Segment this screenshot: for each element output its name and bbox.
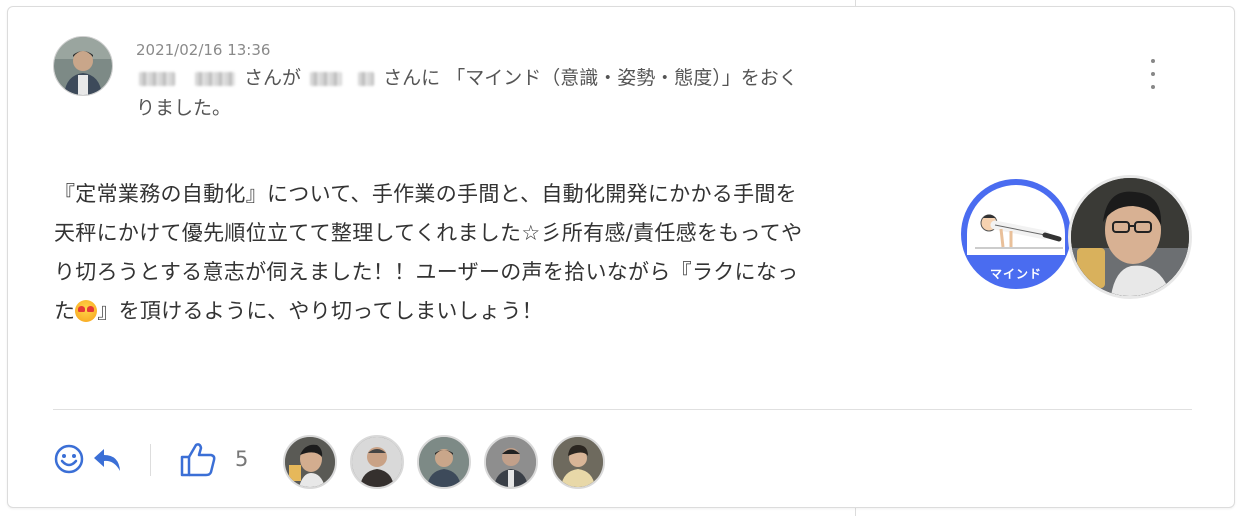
receiver-name-redacted[interactable] <box>310 71 343 86</box>
liker-avatar[interactable] <box>484 435 538 489</box>
thumbs-up-icon[interactable] <box>179 441 217 481</box>
action-separator <box>150 444 151 476</box>
thanks-post-card: 2021/02/16 13:36 さんが さんに 「マインド（意識・姿勢・態度）… <box>7 6 1235 508</box>
mind-value-badge[interactable]: マインド <box>961 179 1071 289</box>
receiver-name-redacted-2[interactable] <box>358 71 375 86</box>
sender-name-redacted[interactable] <box>139 71 175 86</box>
post-timestamp: 2021/02/16 13:36 <box>136 41 271 59</box>
liker-avatar[interactable] <box>350 435 404 489</box>
receiver-avatar[interactable] <box>1068 175 1192 299</box>
more-options-button[interactable] <box>1148 59 1158 89</box>
like-count[interactable]: 5 <box>235 447 248 471</box>
badge-label: マインド <box>989 267 1042 281</box>
pushup-person-icon <box>975 214 1063 249</box>
liker-avatar[interactable] <box>551 435 605 489</box>
liker-avatar[interactable] <box>417 435 471 489</box>
action-text-cont: りました。 <box>136 97 232 119</box>
sender-avatar[interactable] <box>53 36 113 96</box>
message-text-end: 』を頂けるように、やり切ってしまいしょう！ <box>97 299 543 323</box>
footer-divider <box>53 409 1192 410</box>
post-header-text: さんが さんに 「マインド（意識・姿勢・態度）」をおく りました。 <box>136 63 926 123</box>
sender-suffix: さんが <box>244 67 302 89</box>
sender-name-redacted-2[interactable] <box>195 71 235 86</box>
post-message: 『定常業務の自動化』について、手作業の手間と、自動化開発にかかる手間を 天秤にか… <box>54 175 954 331</box>
vertical-ellipsis-icon <box>1151 59 1155 63</box>
action-text: 「マインド（意識・姿勢・態度）」をおく <box>446 67 798 89</box>
post-actions: 5 <box>53 435 1193 491</box>
smiley-icon[interactable] <box>53 443 85 479</box>
heart-eyes-emoji-icon <box>75 300 98 322</box>
column-divider-bottom <box>855 508 856 516</box>
liker-avatar[interactable] <box>283 435 337 489</box>
reply-arrow-icon[interactable] <box>92 447 122 477</box>
receiver-suffix: さんに <box>383 67 441 89</box>
